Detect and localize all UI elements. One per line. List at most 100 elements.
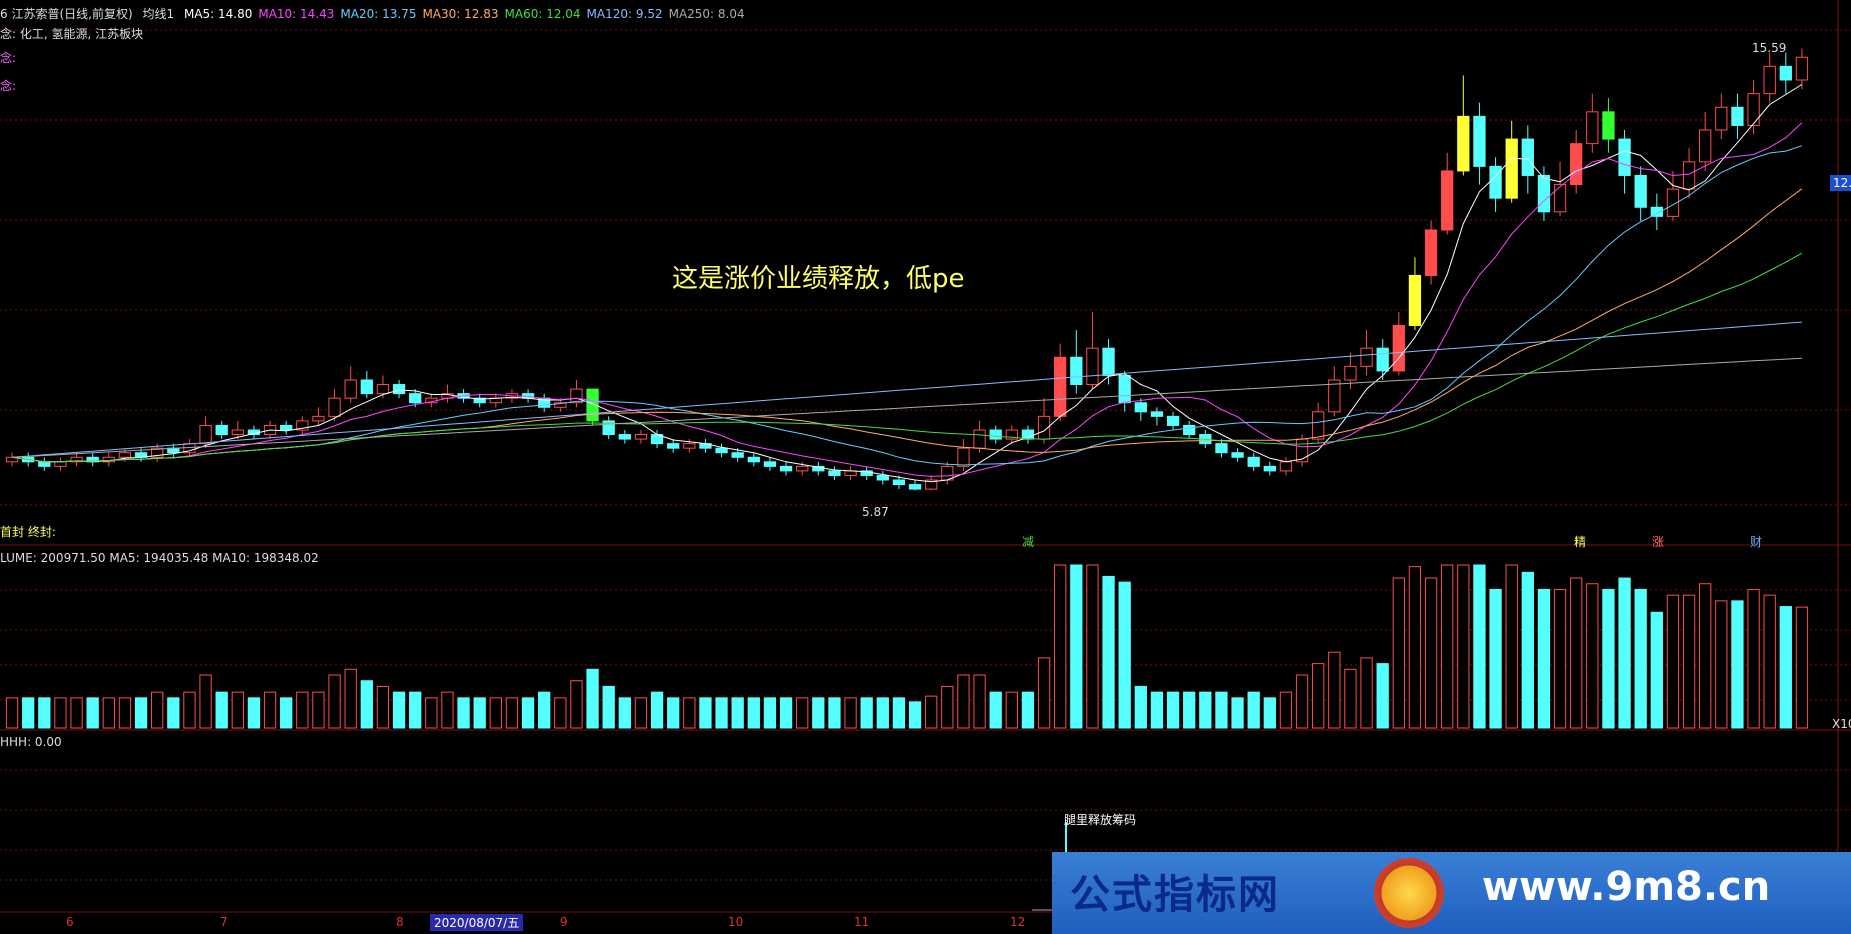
candle-body — [1441, 170, 1454, 231]
candle-body — [1231, 452, 1244, 458]
volume-bar — [1166, 691, 1180, 729]
volume-bar — [554, 697, 567, 729]
volume-bar — [570, 680, 583, 729]
watermark-title: 公式指标网 — [1070, 872, 1280, 918]
volume-bar — [1634, 588, 1647, 729]
volume-bar — [473, 697, 486, 729]
volume-bar — [441, 691, 454, 729]
candle-body — [570, 388, 583, 404]
volume-bar — [1779, 606, 1792, 729]
volume-bar — [1457, 564, 1470, 729]
candle-body — [312, 415, 325, 422]
month-11: 11 — [854, 915, 870, 929]
volume-bar — [1763, 594, 1776, 729]
stock-chart[interactable] — [0, 0, 1851, 934]
ma-legend-item: MA120: 9.52 — [586, 7, 663, 21]
candle-body — [1537, 174, 1551, 213]
candle-body — [683, 443, 696, 449]
candle-body — [1086, 347, 1099, 386]
volume-bar — [247, 697, 261, 729]
volume-bar — [1521, 571, 1534, 729]
volume-bar — [1682, 594, 1696, 729]
volume-bar — [1102, 575, 1115, 729]
ma-legend-item: MA250: 8.04 — [668, 7, 745, 21]
volume-bar — [215, 691, 228, 729]
volume-bar — [167, 697, 180, 729]
candle-body — [1763, 65, 1776, 95]
volume-bar — [1795, 606, 1809, 729]
volume-bar — [22, 697, 35, 729]
candle-body — [344, 379, 357, 399]
candle-body — [1392, 324, 1405, 372]
volume-bar — [618, 697, 631, 729]
candle-body — [392, 384, 406, 395]
concept-line-3: 念: — [0, 79, 17, 93]
candle-body — [1215, 443, 1228, 454]
price-right-tag: 12.9 — [1830, 175, 1851, 191]
lower-panel-label: HHH: 0.00 — [0, 735, 62, 749]
volume-bar — [1650, 611, 1663, 729]
signal-event-3: 涨 — [1652, 535, 1665, 549]
volume-bar — [296, 691, 309, 729]
volume-bar — [1570, 577, 1583, 729]
candle-body — [1682, 161, 1696, 190]
volume-bar — [5, 697, 19, 729]
month-12: 12 — [1010, 915, 1026, 929]
candle-body — [360, 379, 373, 395]
volume-bar — [1441, 564, 1454, 729]
volume-bar — [828, 697, 841, 729]
month-10: 10 — [728, 915, 744, 929]
candle-body — [1731, 106, 1744, 126]
volume-bar — [586, 668, 599, 729]
chart-annotation: 这是涨价业绩释放，低pe — [672, 264, 965, 294]
volume-unit: X10 — [1832, 717, 1851, 731]
volume-bar — [409, 691, 422, 729]
volume-bar — [86, 697, 99, 729]
volume-bar — [1247, 691, 1260, 729]
signal-left-label: 首封 终封: — [0, 525, 56, 539]
volume-bar — [118, 697, 132, 729]
volume-bar — [344, 668, 357, 729]
volume-bar — [1537, 588, 1551, 729]
volume-bar — [1021, 691, 1035, 729]
volume-bar — [1134, 685, 1147, 729]
candle-body — [989, 429, 1002, 440]
volume-bar — [699, 697, 712, 729]
volume-bar — [231, 691, 244, 729]
signal-event-2: 精 — [1574, 535, 1587, 549]
candle-body — [1118, 374, 1131, 404]
indicator-name[interactable]: 均线1 — [142, 7, 174, 21]
candle-body — [715, 447, 728, 454]
month-9: 9 — [560, 915, 568, 929]
volume-bar — [328, 674, 341, 729]
watermark-url: www.9m8.cn — [1482, 864, 1771, 910]
month-7: 7 — [220, 915, 228, 929]
candle-body — [1795, 56, 1809, 81]
volume-bar — [489, 697, 502, 729]
volume-bar — [1392, 577, 1405, 729]
ma-legend-item: MA30: 12.83 — [422, 7, 499, 21]
volume-bar — [908, 701, 922, 729]
candle-body — [1360, 347, 1373, 367]
volume-bar — [779, 697, 793, 729]
candle-body — [231, 429, 244, 436]
selected-date-tag[interactable]: 2020/08/07/五 — [430, 914, 524, 931]
volume-bar — [1586, 583, 1599, 729]
lower-panel-note: 腿里释放筹码 — [1064, 813, 1137, 827]
ma-legend-item: MA20: 13.75 — [340, 7, 417, 21]
volume-bar — [1199, 691, 1212, 729]
candle-body — [1424, 229, 1438, 276]
volume-bar — [151, 691, 164, 729]
candle-body — [1344, 365, 1357, 381]
volume-bar — [521, 697, 535, 729]
ma-line-ma250 — [12, 357, 1802, 458]
volume-bar — [1747, 588, 1760, 729]
volume-bar — [280, 697, 293, 729]
stock-title[interactable]: 6 江苏索普(日线,前复权) — [0, 7, 133, 21]
volume-bar — [54, 697, 67, 729]
candle-body — [1070, 356, 1083, 386]
candle-body — [1618, 138, 1631, 176]
candle-body — [731, 452, 744, 458]
candle-body — [1166, 415, 1180, 426]
volume-bar — [957, 674, 970, 729]
